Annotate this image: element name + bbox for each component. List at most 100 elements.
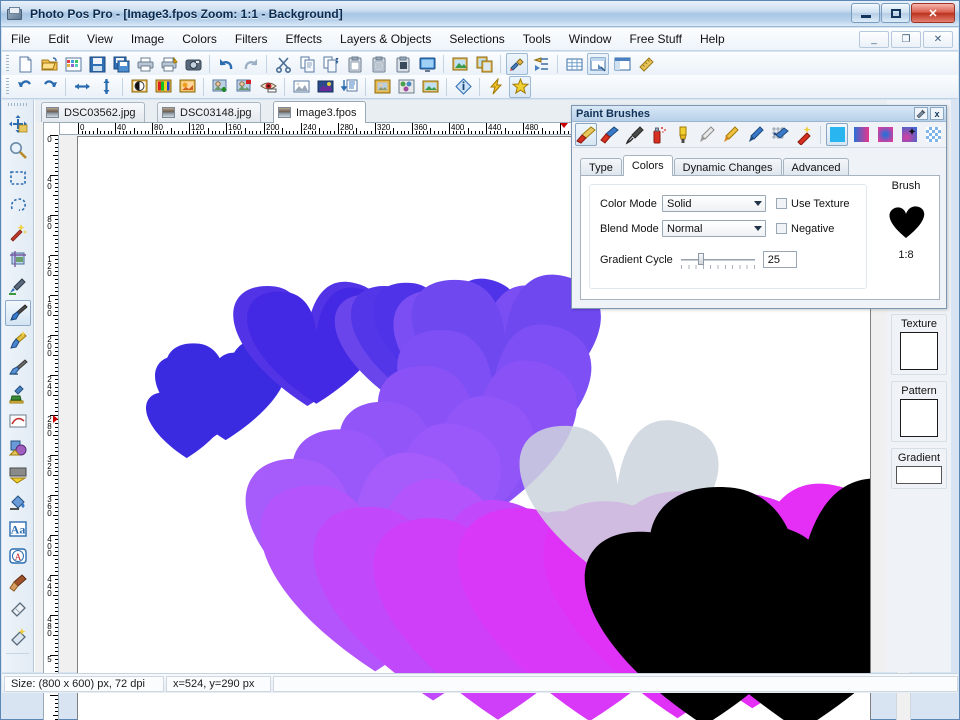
gradient-swatch[interactable]	[850, 123, 872, 146]
frame-button[interactable]	[371, 76, 393, 98]
document-tab-dsc03148[interactable]: DSC03148.jpg	[157, 102, 261, 122]
image-info-button[interactable]	[449, 53, 471, 75]
magic-wand-tool[interactable]	[5, 219, 31, 245]
redo-button[interactable]	[239, 53, 261, 75]
mesh-pen-icon[interactable]	[769, 123, 791, 146]
color-balance-button[interactable]	[152, 76, 174, 98]
shape-tool[interactable]	[5, 435, 31, 461]
fullscreen-button[interactable]	[416, 53, 438, 75]
menu-item-image[interactable]: Image	[122, 29, 173, 49]
quick-effects-button[interactable]	[485, 76, 507, 98]
resize-button[interactable]	[419, 76, 441, 98]
gradient-cycle-input[interactable]: 25	[762, 251, 797, 268]
stamp-tool[interactable]	[5, 381, 31, 407]
layers-button[interactable]	[587, 53, 609, 75]
magic-eraser-tool[interactable]	[5, 624, 31, 650]
mdi-close-button[interactable]: ✕	[923, 31, 953, 48]
pencil-icon[interactable]	[720, 123, 742, 146]
tab-type[interactable]: Type	[580, 158, 622, 176]
copy-button[interactable]	[296, 53, 318, 75]
spray-can-icon[interactable]	[648, 123, 670, 146]
undo-button[interactable]	[215, 53, 237, 75]
save-button[interactable]	[86, 53, 108, 75]
document-tab-dsc03562[interactable]: DSC03562.jpg	[41, 102, 145, 122]
adjust-button[interactable]	[530, 53, 552, 75]
marker-icon[interactable]	[672, 123, 694, 146]
hue-saturation-button[interactable]	[176, 76, 198, 98]
texture-swatch[interactable]	[900, 332, 938, 370]
menu-item-effects[interactable]: Effects	[277, 29, 331, 49]
paint-brushes-title-bar[interactable]: Paint Brushes x	[572, 106, 946, 122]
vector-text-tool[interactable]: A	[5, 543, 31, 569]
text-tool[interactable]: Aa	[5, 516, 31, 542]
grid-button[interactable]	[563, 53, 585, 75]
magic-brush-icon[interactable]	[793, 123, 815, 146]
menu-item-edit[interactable]: Edit	[39, 29, 78, 49]
slider-knob[interactable]	[697, 253, 704, 265]
close-button[interactable]: ✕	[911, 3, 955, 23]
solid-color-swatch[interactable]	[826, 123, 849, 146]
negative-checkbox-wrap[interactable]: Negative	[776, 223, 834, 235]
batch-button[interactable]	[338, 76, 360, 98]
toolbar-grip[interactable]	[4, 54, 11, 74]
minimize-button[interactable]	[851, 3, 880, 23]
navigator-button[interactable]	[611, 53, 633, 75]
thin-pencil-icon[interactable]	[696, 123, 718, 146]
palette-grip[interactable]	[8, 101, 27, 109]
paste-into-button[interactable]	[368, 53, 390, 75]
mdi-restore-button[interactable]: ❐	[891, 31, 921, 48]
negative-checkbox[interactable]	[776, 223, 787, 234]
layer-properties-button[interactable]	[233, 76, 255, 98]
red-eye-button[interactable]	[257, 76, 279, 98]
texture-button[interactable]	[395, 76, 417, 98]
menu-item-colors[interactable]: Colors	[173, 29, 226, 49]
menu-item-window[interactable]: Window	[560, 29, 621, 49]
blend-mode-select[interactable]: Normal	[662, 220, 766, 237]
close-icon[interactable]: x	[930, 107, 944, 120]
flip-horizontal-button[interactable]	[71, 76, 93, 98]
open-file-button[interactable]	[38, 53, 60, 75]
eraser-tool[interactable]	[5, 597, 31, 623]
sharpen-button[interactable]	[290, 76, 312, 98]
rectangle-select-tool[interactable]	[5, 165, 31, 191]
crop-tool[interactable]	[5, 246, 31, 272]
smudge-tool[interactable]	[5, 570, 31, 596]
menu-item-layers-objects[interactable]: Layers & Objects	[331, 29, 440, 49]
use-texture-checkbox[interactable]	[776, 198, 787, 209]
document-tab-image3[interactable]: Image3.fpos	[273, 101, 366, 123]
rotate-left-button[interactable]	[14, 76, 36, 98]
air-brush-icon[interactable]	[599, 123, 621, 146]
sparkle-gradient-swatch[interactable]	[899, 123, 921, 146]
measure-button[interactable]	[635, 53, 657, 75]
brightness-contrast-button[interactable]	[128, 76, 150, 98]
line-tool[interactable]	[5, 408, 31, 434]
move-tool[interactable]	[5, 111, 31, 137]
print-preview-button[interactable]	[158, 53, 180, 75]
radial-gradient-swatch[interactable]	[874, 123, 896, 146]
new-file-button[interactable]	[14, 53, 36, 75]
add-layer-button[interactable]	[209, 76, 231, 98]
menu-item-free-stuff[interactable]: Free Stuff	[620, 29, 690, 49]
zoom-tool[interactable]	[5, 138, 31, 164]
favorites-button[interactable]	[509, 75, 531, 98]
info-button[interactable]	[452, 76, 474, 98]
artistic-effects-button[interactable]	[314, 76, 336, 98]
tab-colors[interactable]: Colors	[622, 155, 673, 176]
copy-merged-button[interactable]	[320, 53, 342, 75]
cut-button[interactable]	[272, 53, 294, 75]
use-texture-checkbox-wrap[interactable]: Use Texture	[776, 198, 850, 210]
flip-vertical-button[interactable]	[95, 76, 117, 98]
calligraphy-brush-icon[interactable]	[623, 123, 645, 146]
menu-item-selections[interactable]: Selections	[440, 29, 513, 49]
ink-pen-icon[interactable]	[744, 123, 766, 146]
pattern-swatch[interactable]	[900, 399, 938, 437]
browse-button[interactable]	[62, 53, 84, 75]
paint-brush-tool[interactable]	[4, 300, 31, 326]
menu-item-tools[interactable]: Tools	[514, 29, 560, 49]
duplicate-image-button[interactable]	[473, 53, 495, 75]
rotate-right-button[interactable]	[38, 76, 60, 98]
fill-tool[interactable]	[5, 489, 31, 515]
brush-preview-box[interactable]	[881, 195, 931, 245]
color-mode-select[interactable]: Solid	[662, 195, 766, 212]
pattern-swatch[interactable]	[923, 123, 945, 146]
